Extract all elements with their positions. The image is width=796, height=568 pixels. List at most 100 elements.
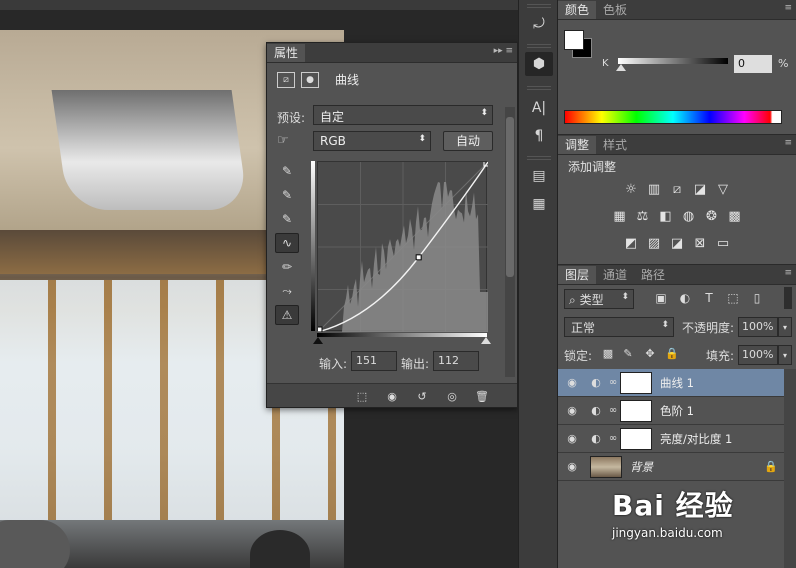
panel-menu-icon[interactable]: ▸▸ ≡ [494, 46, 513, 56]
tab-layers[interactable]: 图层 [558, 266, 596, 284]
layer-row[interactable]: ◉ ◐ ∞ 色阶 1 [558, 397, 784, 425]
foreground-color-swatch[interactable] [564, 30, 584, 50]
tab-styles[interactable]: 样式 [596, 136, 634, 154]
lock-position-icon[interactable]: ✥ [642, 345, 658, 361]
k-value-field[interactable]: 0 [734, 55, 772, 73]
layers-scrollbar[interactable] [784, 369, 796, 568]
eye-icon[interactable]: ◉ [558, 460, 586, 473]
curve-graph[interactable] [317, 161, 487, 331]
filter-pixel-icon[interactable]: ▣ [652, 289, 670, 307]
auto-button[interactable]: 自动 [443, 131, 493, 151]
filter-type-icon[interactable]: T [700, 289, 718, 307]
panel-menu-icon[interactable]: ≡ [784, 268, 792, 278]
clip-to-layer-icon[interactable]: ⬚ [353, 388, 371, 404]
channel-mixer-icon[interactable]: ❂ [703, 208, 721, 224]
layer-row[interactable]: ◉ ◐ ∞ 亮度/对比度 1 [558, 425, 784, 453]
tab-adjustments[interactable]: 调整 [558, 136, 596, 154]
smooth-curve-icon[interactable]: ⤳ [275, 281, 299, 301]
levels-icon[interactable]: ▥ [645, 181, 663, 197]
vibrance-icon[interactable]: ▽ [714, 181, 732, 197]
input-field[interactable]: 151 [351, 351, 397, 371]
exposure-icon[interactable]: ◪ [691, 181, 709, 197]
lock-paint-icon[interactable]: ✎ [620, 345, 636, 361]
channel-select[interactable]: RGB ⬍ [313, 131, 431, 151]
view-previous-icon[interactable]: ◉ [383, 388, 401, 404]
layer-row[interactable]: ◉ ◐ ∞ 曲线 1 [558, 369, 784, 397]
black-point-slider[interactable] [313, 337, 323, 344]
delete-icon[interactable]: 🗑 [473, 388, 491, 404]
clipping-warning-icon[interactable]: ⚠ [275, 305, 299, 325]
link-icon[interactable]: ∞ [606, 405, 620, 416]
tool-presets-icon[interactable]: ▤ [525, 164, 553, 188]
invert-icon[interactable]: ◩ [622, 235, 640, 251]
pencil-tool-icon[interactable]: ✏ [275, 257, 299, 277]
posterize-icon[interactable]: ▨ [645, 235, 663, 251]
visibility-icon[interactable]: ◎ [443, 388, 461, 404]
history-icon[interactable]: ⤾ [525, 12, 553, 36]
fill-dropdown-icon[interactable]: ▾ [778, 345, 792, 365]
tab-color[interactable]: 颜色 [558, 1, 596, 19]
link-icon[interactable]: ∞ [606, 433, 620, 444]
eye-icon[interactable]: ◉ [558, 404, 586, 417]
tab-properties[interactable]: 属性 [267, 44, 305, 62]
k-slider-thumb[interactable] [616, 64, 626, 71]
3d-icon[interactable]: ⬢ [525, 52, 553, 76]
eyedropper-white-icon[interactable]: ✎ [275, 209, 299, 229]
link-icon[interactable]: ∞ [606, 377, 620, 388]
curve-svg[interactable] [318, 162, 488, 332]
lock-all-icon[interactable]: 🔒 [664, 345, 680, 361]
layer-mask-thumbnail[interactable] [620, 372, 652, 394]
paragraph-icon[interactable]: ¶ [525, 124, 553, 148]
eyedropper-gray-icon[interactable]: ✎ [275, 185, 299, 205]
black-white-icon[interactable]: ◧ [657, 208, 675, 224]
layer-filter-select[interactable]: ⌕ 类型 ⬍ [564, 289, 634, 309]
curves-icon[interactable]: ⧄ [668, 181, 686, 197]
lock-transparency-icon[interactable]: ▩ [600, 345, 616, 361]
curve-point-active[interactable] [416, 255, 421, 260]
color-balance-icon[interactable]: ⚖ [634, 208, 652, 224]
threshold-icon[interactable]: ◪ [668, 235, 686, 251]
fill-field[interactable]: 100% [738, 345, 778, 365]
targeted-adjustment-icon[interactable]: ☞ [277, 133, 289, 148]
preset-select[interactable]: 自定 ⬍ [313, 105, 493, 125]
tab-paths[interactable]: 路径 [634, 266, 672, 284]
layer-row[interactable]: ◉ 背景 🔒 [558, 453, 784, 481]
white-point-slider[interactable] [481, 337, 491, 344]
layer-mask-thumbnail[interactable] [620, 400, 652, 422]
output-field[interactable]: 112 [433, 351, 479, 371]
layer-mask-thumbnail[interactable] [620, 428, 652, 450]
eye-icon[interactable]: ◉ [558, 376, 586, 389]
selective-color-icon[interactable]: ⊠ [691, 235, 709, 251]
eyedropper-black-icon[interactable]: ✎ [275, 161, 299, 181]
filter-shape-icon[interactable]: ⬚ [724, 289, 742, 307]
gradient-map-icon[interactable]: ▭ [714, 235, 732, 251]
panel-menu-icon[interactable]: ≡ [784, 138, 792, 148]
curve-point-black[interactable] [318, 327, 322, 332]
filter-toggle[interactable] [784, 287, 792, 309]
opacity-dropdown-icon[interactable]: ▾ [778, 317, 792, 337]
scroll-thumb[interactable] [506, 117, 514, 277]
layer-thumbnail[interactable] [590, 456, 622, 478]
filter-adjustment-icon[interactable]: ◐ [676, 289, 694, 307]
properties-scrollbar[interactable] [505, 107, 515, 377]
output-label: 输出: [401, 355, 429, 372]
k-slider[interactable] [618, 58, 728, 64]
curves-adjustment-icon[interactable]: ⧄ [277, 72, 295, 88]
opacity-field[interactable]: 100% [738, 317, 778, 337]
reset-icon[interactable]: ↺ [413, 388, 431, 404]
hue-saturation-icon[interactable]: ▦ [611, 208, 629, 224]
curve-point-tool-icon[interactable]: ∿ [275, 233, 299, 253]
notes-icon[interactable]: ▦ [525, 192, 553, 216]
color-lookup-icon[interactable]: ▩ [726, 208, 744, 224]
tab-channels[interactable]: 通道 [596, 266, 634, 284]
photo-filter-icon[interactable]: ◍ [680, 208, 698, 224]
eye-icon[interactable]: ◉ [558, 432, 586, 445]
tab-swatches[interactable]: 色板 [596, 1, 634, 19]
blend-mode-select[interactable]: 正常 ⬍ [564, 317, 674, 337]
color-spectrum[interactable] [564, 110, 782, 124]
brightness-icon[interactable]: ☼ [622, 181, 640, 197]
filter-smart-object-icon[interactable]: ▯ [748, 289, 766, 307]
panel-menu-icon[interactable]: ≡ [784, 3, 792, 13]
mask-icon[interactable]: ● [301, 72, 319, 88]
character-icon[interactable]: A| [525, 96, 553, 120]
